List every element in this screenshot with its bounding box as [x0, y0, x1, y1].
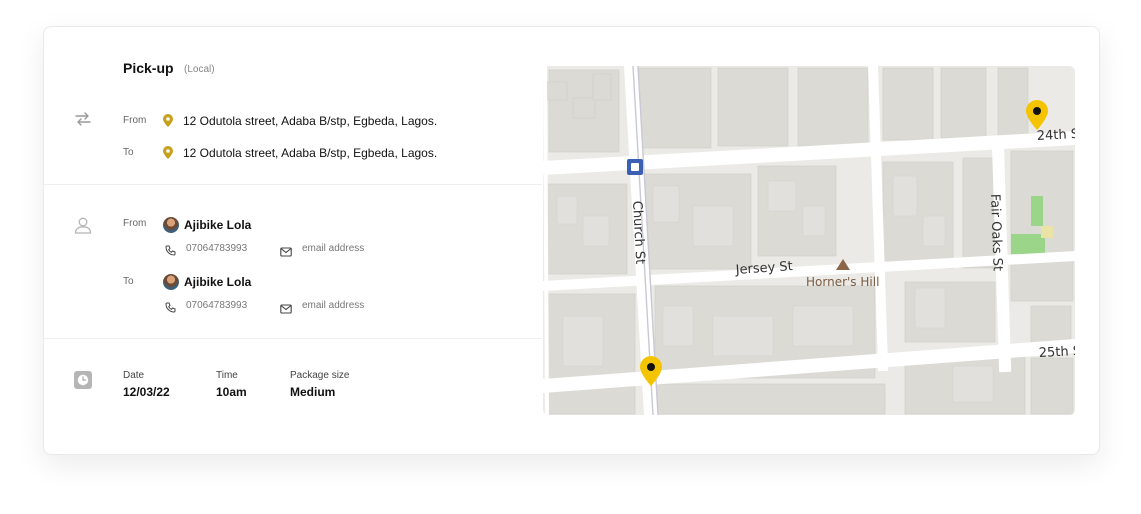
- sender-phone: 07064783993: [186, 243, 248, 254]
- time-label: Time: [216, 370, 238, 381]
- sender-name: Ajibike Lola: [184, 218, 252, 232]
- swap-arrows-icon: [73, 111, 93, 127]
- date-label: Date: [123, 370, 145, 381]
- street-label-24th: 24th St: [1036, 127, 1075, 144]
- receiver-phone: 07064783993: [186, 300, 248, 311]
- sender-email: email address: [302, 243, 365, 254]
- section-divider: [44, 184, 542, 185]
- phone-icon: [165, 243, 176, 256]
- route-from-address: 12 Odutola street, Adaba B/stp, Egbeda, …: [183, 114, 438, 128]
- receiver-name: Ajibike Lola: [184, 275, 252, 289]
- mail-icon: [280, 301, 292, 314]
- receiver-avatar: [163, 274, 179, 290]
- route-from-label: From: [123, 115, 147, 126]
- route-to-label: To: [123, 147, 134, 158]
- mail-icon: [280, 244, 292, 257]
- date-value: 12/03/22: [123, 385, 170, 399]
- receiver-label: To: [123, 276, 134, 287]
- receiver-email: email address: [302, 300, 365, 311]
- map-canvas: Church St Jersey St Fair Oaks St 24th St…: [543, 66, 1075, 415]
- package-size-value: Medium: [290, 385, 336, 399]
- location-pin-icon: [162, 114, 174, 128]
- location-pin-icon: [162, 146, 174, 160]
- pickup-type-label: (Local): [184, 64, 215, 75]
- section-divider: [44, 338, 542, 339]
- route-to-address: 12 Odutola street, Adaba B/stp, Egbeda, …: [183, 146, 438, 160]
- pickup-details-card: Pick-up (Local) From 12 Odutola street, …: [43, 26, 1100, 455]
- route-map[interactable]: Church St Jersey St Fair Oaks St 24th St…: [543, 66, 1075, 415]
- user-icon: [74, 216, 92, 234]
- pickup-title: Pick-up: [123, 60, 174, 76]
- poi-label: Horner's Hill: [806, 275, 879, 289]
- clock-icon: [74, 371, 92, 389]
- street-label-fair-oaks: Fair Oaks St: [987, 194, 1005, 272]
- sender-avatar: [163, 217, 179, 233]
- package-size-label: Package size: [290, 370, 350, 381]
- time-value: 10am: [216, 385, 247, 399]
- sender-label: From: [123, 218, 147, 229]
- street-label-25th: 25th St: [1038, 344, 1075, 361]
- phone-icon: [165, 300, 176, 313]
